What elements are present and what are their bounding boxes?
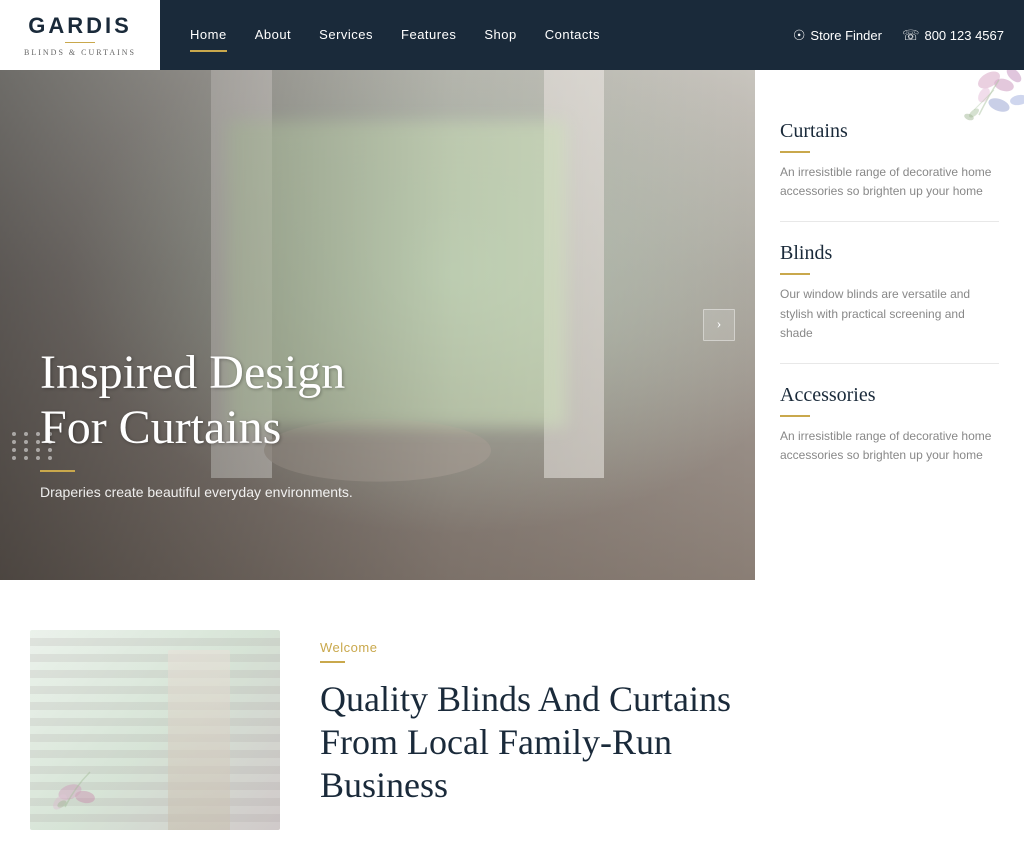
- slider-next-arrow[interactable]: ›: [703, 309, 735, 341]
- phone-icon: ☏: [902, 27, 920, 44]
- right-panel: Curtains An irresistible range of decora…: [755, 70, 1024, 580]
- flower-decoration: [40, 732, 120, 820]
- category-blinds-desc: Our window blinds are versatile and styl…: [780, 285, 999, 343]
- category-blinds-title: Blinds: [780, 242, 999, 265]
- category-accessories: Accessories An irresistible range of dec…: [780, 364, 999, 485]
- category-blinds-accent: [780, 273, 810, 275]
- nav-item-about[interactable]: About: [255, 26, 291, 44]
- category-accessories-desc: An irresistible range of decorative home…: [780, 427, 999, 465]
- hero-image: Inspired Design For Curtains Draperies c…: [0, 70, 755, 580]
- nav-link-home[interactable]: Home: [190, 27, 227, 42]
- floral-decoration: [899, 70, 1024, 185]
- category-blinds: Blinds Our window blinds are versatile a…: [780, 222, 999, 364]
- hero-subtitle: Draperies create beautiful everyday envi…: [40, 484, 353, 500]
- brand-name: GARDIS: [28, 13, 132, 39]
- nav-link-services[interactable]: Services: [319, 27, 373, 42]
- nav-link-features[interactable]: Features: [401, 27, 456, 42]
- nav-link-shop[interactable]: Shop: [484, 27, 516, 42]
- welcome-heading-line3: Business: [320, 765, 448, 805]
- navbar: GARDIS Blinds & Curtains Home About Serv…: [0, 0, 1024, 70]
- phone-number[interactable]: ☏ 800 123 4567: [902, 27, 1004, 44]
- logo-divider: [65, 42, 95, 43]
- nav-link-about[interactable]: About: [255, 27, 291, 42]
- nav-item-features[interactable]: Features: [401, 26, 456, 44]
- nav-links: Home About Services Features Shop Contac…: [190, 26, 600, 44]
- store-finder[interactable]: ☉ Store Finder: [793, 27, 882, 44]
- hero-title-line1: Inspired Design: [40, 346, 345, 399]
- welcome-content: Welcome Quality Blinds And Curtains From…: [320, 630, 994, 808]
- logo[interactable]: GARDIS Blinds & Curtains: [0, 0, 160, 70]
- hero-overlay: [0, 70, 755, 580]
- welcome-heading-line1: Quality Blinds And Curtains: [320, 679, 731, 719]
- hero-content: Inspired Design For Curtains Draperies c…: [40, 345, 353, 500]
- welcome-heading: Quality Blinds And Curtains From Local F…: [320, 678, 994, 808]
- phone-label: 800 123 4567: [924, 28, 1004, 43]
- hero-title: Inspired Design For Curtains: [40, 345, 353, 455]
- nav-item-home[interactable]: Home: [190, 26, 227, 44]
- hero-section: Inspired Design For Curtains Draperies c…: [0, 70, 1024, 580]
- category-accessories-title: Accessories: [780, 384, 999, 407]
- hero-divider: [40, 470, 75, 472]
- welcome-heading-line2: From Local Family-Run: [320, 722, 672, 762]
- welcome-label: Welcome: [320, 640, 994, 655]
- store-finder-label: Store Finder: [810, 28, 882, 43]
- nav-item-shop[interactable]: Shop: [484, 26, 516, 44]
- welcome-image: [30, 630, 280, 830]
- brand-tagline: Blinds & Curtains: [24, 48, 136, 57]
- nav-link-contacts[interactable]: Contacts: [545, 27, 600, 42]
- nav-item-contacts[interactable]: Contacts: [545, 26, 600, 44]
- nav-item-services[interactable]: Services: [319, 26, 373, 44]
- category-accessories-accent: [780, 415, 810, 417]
- welcome-underline: [320, 661, 345, 663]
- welcome-section: Welcome Quality Blinds And Curtains From…: [0, 580, 1024, 860]
- nav-right: ☉ Store Finder ☏ 800 123 4567: [793, 27, 1004, 44]
- location-icon: ☉: [793, 27, 806, 44]
- hero-title-line2: For Curtains: [40, 401, 281, 454]
- category-curtains-accent: [780, 151, 810, 153]
